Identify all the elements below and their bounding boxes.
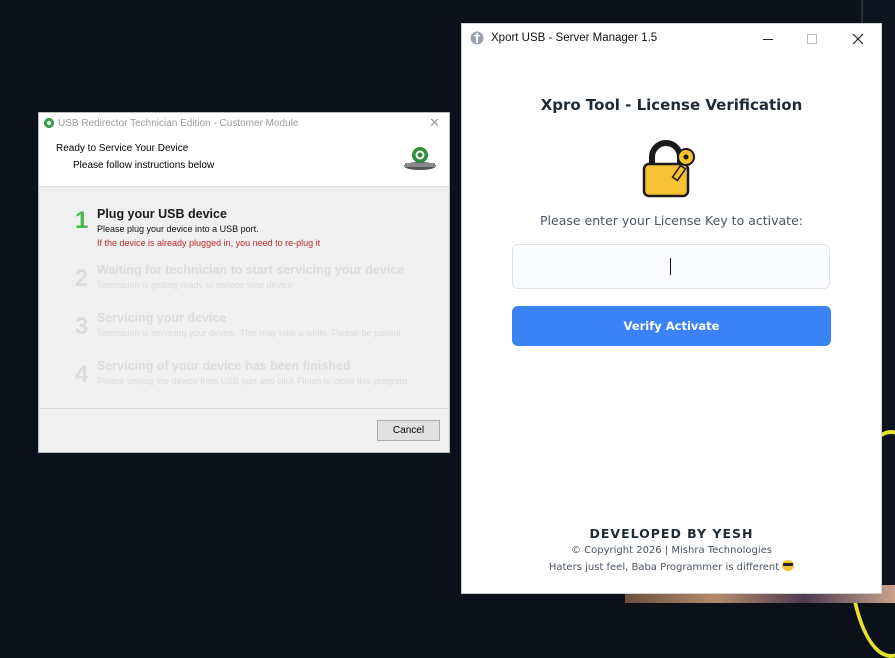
step-title: Servicing your device	[97, 311, 227, 325]
window-title: USB Redirector Technician Edition - Cust…	[58, 118, 299, 129]
step-number: 2	[75, 265, 89, 292]
step-description: Please unplug the device from USB port a…	[97, 376, 408, 386]
cancel-button[interactable]: Cancel	[377, 420, 440, 441]
license-prompt: Please enter your License Key to activat…	[540, 213, 803, 228]
maximize-icon	[807, 34, 817, 44]
lock-key-icon	[642, 140, 695, 198]
close-button[interactable]	[844, 29, 872, 49]
header-title: Ready to Service Your Device	[56, 143, 189, 154]
close-icon	[852, 33, 864, 45]
text-caret	[670, 258, 671, 275]
usb-app-icon	[470, 31, 484, 45]
step-warning: If the device is already plugged in, you…	[97, 238, 321, 248]
step-title: Waiting for technician to start servicin…	[97, 263, 405, 277]
step-description: Technician is servicing your device. Thi…	[97, 328, 401, 338]
close-button[interactable]: ✕	[429, 115, 440, 131]
xport-usb-window: Xport USB - Server Manager 1.5 Xpro Tool…	[461, 23, 882, 594]
developer-credit: DEVELOPED BY YESH	[589, 526, 754, 541]
step-number: 1	[75, 207, 89, 234]
sunglasses-emoji-icon	[782, 560, 795, 571]
header-subtitle: Please follow instructions below	[73, 160, 215, 171]
usb-redirector-window: USB Redirector Technician Edition - Cust…	[38, 112, 450, 453]
copyright-text: © Copyright 2026 | Mishra Technologies	[570, 545, 772, 556]
step-number: 4	[75, 361, 89, 388]
background-divider	[861, 0, 863, 25]
page-title: Xpro Tool - License Verification	[540, 96, 803, 114]
titlebar: USB Redirector Technician Edition - Cust…	[39, 113, 449, 135]
step-description: Technician is getting ready to service y…	[97, 280, 293, 290]
usb-device-icon	[404, 147, 436, 170]
minimize-button[interactable]	[754, 29, 782, 49]
titlebar: Xport USB - Server Manager 1.5	[462, 24, 881, 54]
maximize-button[interactable]	[798, 29, 826, 49]
step-title: Servicing of your device has been finish…	[97, 359, 351, 373]
license-key-input[interactable]	[512, 244, 830, 289]
step-title: Plug your USB device	[97, 207, 227, 221]
window-title: Xport USB - Server Manager 1.5	[491, 32, 658, 44]
step-number: 3	[75, 313, 89, 340]
footer-divider	[39, 408, 449, 409]
usb-redirector-app-icon	[44, 118, 54, 128]
tagline-text: Haters just feel, Baba Programmer is dif…	[548, 562, 780, 573]
wizard-header: Ready to Service Your Device Please foll…	[39, 135, 449, 187]
wizard-steps: 1 Plug your USB device Please plug your …	[39, 187, 449, 407]
verify-activate-button[interactable]: Verify Activate	[512, 306, 831, 346]
tagline-row: Haters just feel, Baba Programmer is dif…	[462, 560, 881, 573]
minimize-icon	[763, 39, 773, 40]
step-description: Please plug your device into a USB port.	[97, 224, 259, 234]
